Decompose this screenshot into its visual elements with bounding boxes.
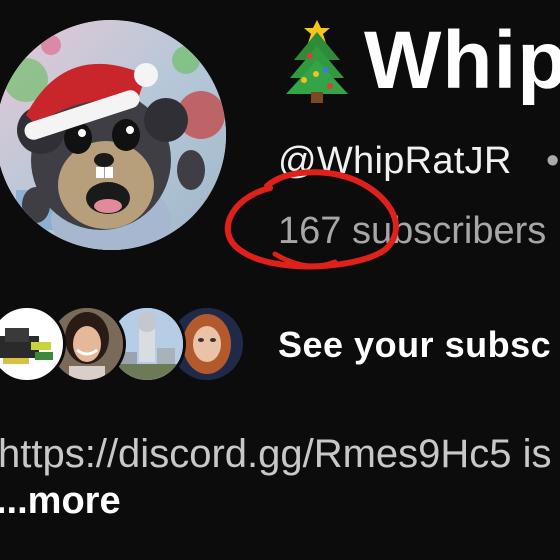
channel-header: Whip @WhipRatJR • 167 subscribers See yo… — [0, 0, 560, 560]
tools-avatar — [0, 305, 66, 383]
channel-avatar[interactable] — [0, 20, 226, 250]
subscriber-count: 167 subscribers — [278, 210, 547, 252]
christmas-tree-icon — [286, 20, 348, 103]
more-button[interactable]: ...more — [0, 480, 121, 523]
subscriber-avatars[interactable] — [0, 305, 248, 383]
see-subscriptions-link[interactable]: See your subsc — [278, 324, 551, 366]
rat-santa-avatar-icon — [0, 20, 226, 250]
channel-title-row: Whip — [282, 18, 560, 104]
channel-name: Whip — [364, 15, 560, 106]
handle-separator: • — [546, 140, 560, 182]
channel-handle[interactable]: @WhipRatJR — [278, 140, 512, 183]
description-link[interactable]: https://discord.gg/Rmes9Hc5 is — [0, 432, 552, 477]
